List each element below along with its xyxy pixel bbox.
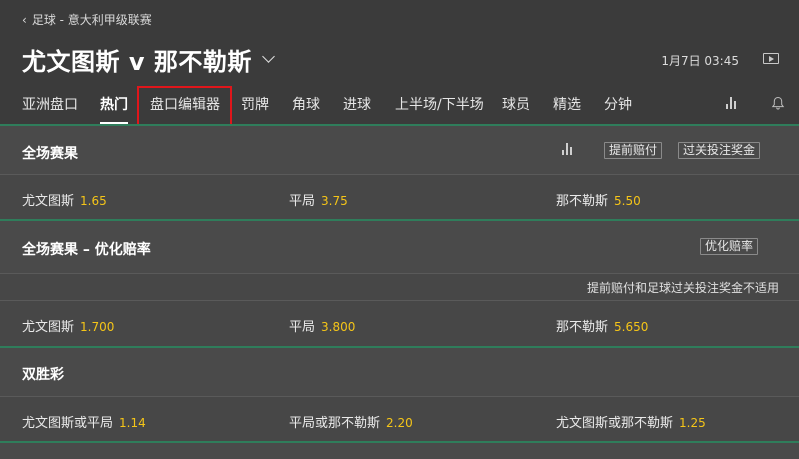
tab-featured[interactable]: 精选 xyxy=(553,94,581,114)
outcome-odds: 1.700 xyxy=(80,320,115,334)
outcome-name: 尤文图斯或平局 xyxy=(22,416,114,431)
outcome-draw[interactable]: 平局 3.800 xyxy=(289,316,355,335)
tab-cards[interactable]: 罚牌 xyxy=(241,94,269,114)
outcome-name: 平局 xyxy=(289,194,316,209)
outcome-odds: 2.20 xyxy=(386,416,413,430)
outcome-name: 平局或那不勒斯 xyxy=(289,416,381,431)
outcome-away[interactable]: 那不勒斯 5.650 xyxy=(556,316,648,335)
acca-bonus-badge: 过关投注奖金 xyxy=(678,142,761,159)
market-note: 提前赔付和足球过关投注奖金不适用 xyxy=(586,281,779,295)
tab-highlight-box xyxy=(137,86,232,126)
outcome-odds: 5.650 xyxy=(614,320,649,334)
market-header-double[interactable]: 双胜彩 xyxy=(0,348,799,396)
outcome-odds: 1.14 xyxy=(119,416,146,430)
chevron-left-icon: ‹ xyxy=(22,12,27,27)
outcome-draw[interactable]: 平局 3.75 xyxy=(289,190,348,209)
note-row: 提前赔付和足球过关投注奖金不适用 xyxy=(0,274,799,300)
outcome-home[interactable]: 尤文图斯 1.65 xyxy=(22,190,107,209)
match-title[interactable]: 尤文图斯 v 那不勒斯 xyxy=(22,42,275,77)
market-header-enhanced[interactable]: 全场赛果 – 优化赔率 优化赔率 xyxy=(0,221,799,273)
outcome-name: 尤文图斯 xyxy=(22,320,75,335)
tab-asian-handicap[interactable]: 亚洲盘口 xyxy=(22,94,78,114)
tab-goals[interactable]: 进球 xyxy=(343,94,371,114)
match-title-text: 尤文图斯 v 那不勒斯 xyxy=(22,48,252,76)
market-title: 双胜彩 xyxy=(22,367,64,383)
outcome-name: 那不勒斯 xyxy=(556,194,609,209)
outcome-odds: 1.65 xyxy=(80,194,107,208)
outcome-home-or-draw[interactable]: 尤文图斯或平局 1.14 xyxy=(22,412,146,431)
outcome-row: 尤文图斯 1.65 平局 3.75 那不勒斯 5.50 xyxy=(0,175,799,219)
market-tabs: 亚洲盘口 热门 盘口编辑器 罚牌 角球 进球 上半场/下半场 球员 精选 分钟 xyxy=(0,84,799,124)
tab-minutes[interactable]: 分钟 xyxy=(604,94,632,114)
outcome-row: 尤文图斯 1.700 平局 3.800 那不勒斯 5.650 xyxy=(0,301,799,346)
tab-corners[interactable]: 角球 xyxy=(292,94,320,114)
market-header-fulltime[interactable]: 全场赛果 提前赔付 过关投注奖金 xyxy=(0,126,799,174)
outcome-home[interactable]: 尤文图斯 1.700 xyxy=(22,316,114,335)
outcome-home-or-away[interactable]: 尤文图斯或那不勒斯 1.25 xyxy=(556,412,706,431)
outcome-name: 平局 xyxy=(289,320,316,335)
early-payout-badge: 提前赔付 xyxy=(604,142,663,159)
market-stats-icon[interactable] xyxy=(562,143,576,155)
breadcrumb[interactable]: ‹ 足球 - 意大利甲级联赛 xyxy=(22,11,152,28)
bell-icon[interactable] xyxy=(771,96,785,110)
chevron-down-icon xyxy=(261,50,275,63)
live-stream-icon[interactable] xyxy=(763,53,779,64)
breadcrumb-text: 足球 - 意大利甲级联赛 xyxy=(31,13,152,27)
outcome-odds: 5.50 xyxy=(614,194,641,208)
enhanced-odds-badge: 优化赔率 xyxy=(700,238,759,255)
outcome-row: 尤文图斯或平局 1.14 平局或那不勒斯 2.20 尤文图斯或那不勒斯 1.25 xyxy=(0,397,799,441)
outcome-odds: 3.75 xyxy=(321,194,348,208)
stats-icon[interactable] xyxy=(726,97,740,109)
tab-halves[interactable]: 上半场/下半场 xyxy=(395,94,484,114)
market-title: 全场赛果 xyxy=(22,146,78,162)
tab-players[interactable]: 球员 xyxy=(502,94,530,114)
outcome-name: 尤文图斯 xyxy=(22,194,75,209)
tab-popular[interactable]: 热门 xyxy=(100,94,128,124)
outcome-name: 那不勒斯 xyxy=(556,320,609,335)
outcome-draw-or-away[interactable]: 平局或那不勒斯 2.20 xyxy=(289,412,413,431)
next-market-header xyxy=(0,443,799,459)
outcome-away[interactable]: 那不勒斯 5.50 xyxy=(556,190,641,209)
outcome-odds: 3.800 xyxy=(321,320,356,334)
match-datetime: 1月7日 03:45 xyxy=(661,54,739,68)
market-title: 全场赛果 – 优化赔率 xyxy=(22,242,151,258)
outcome-odds: 1.25 xyxy=(679,416,706,430)
outcome-name: 尤文图斯或那不勒斯 xyxy=(556,416,674,431)
